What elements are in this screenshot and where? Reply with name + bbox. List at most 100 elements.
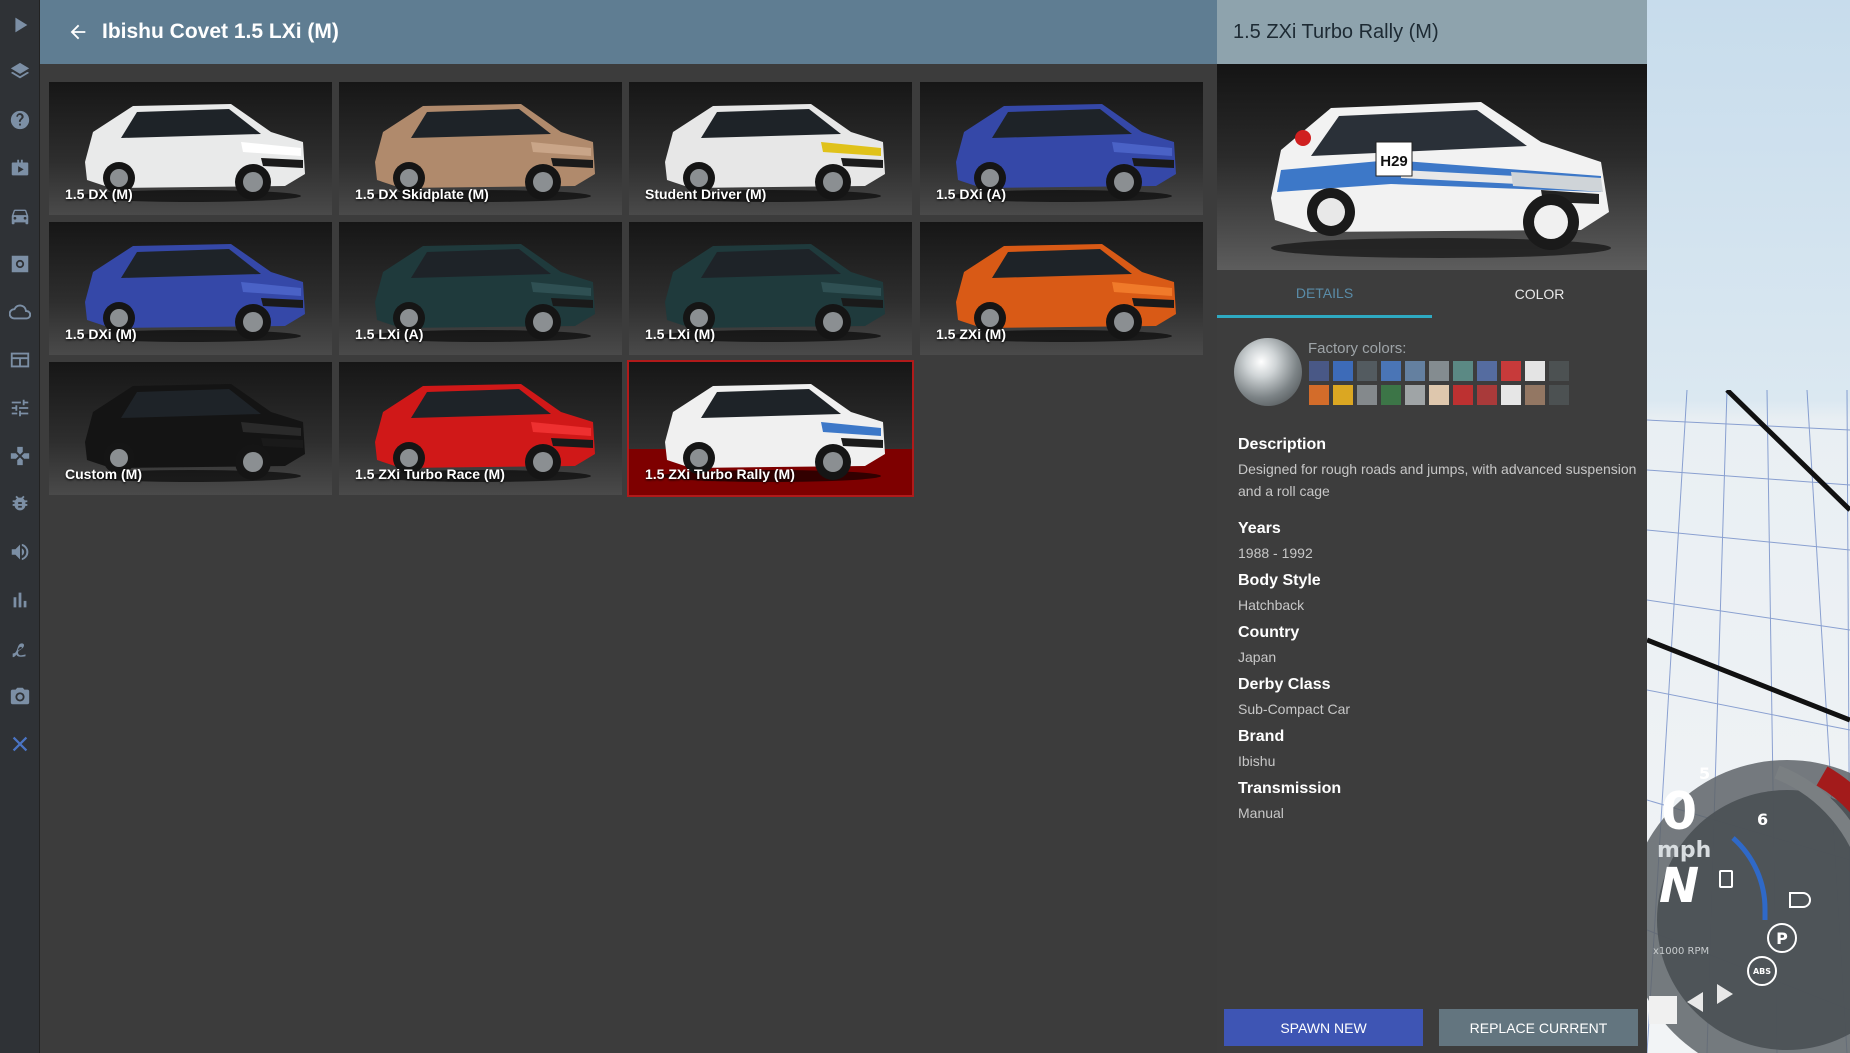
vehicle-tile-label: Student Driver (M) (645, 186, 767, 202)
headlight-icon (1789, 892, 1811, 908)
vehicle-tile-label: 1.5 ZXi (M) (936, 326, 1007, 342)
environment-icon[interactable] (8, 300, 32, 324)
list-header: Ibishu Covet 1.5 LXi (M) (40, 0, 1217, 64)
vehicle-tile[interactable]: 1.5 DX (M) (49, 82, 332, 215)
factory-color-swatch[interactable] (1381, 361, 1401, 381)
detail-header: 1.5 ZXi Turbo Rally (M) (1217, 0, 1647, 64)
info-key: Country (1238, 624, 1300, 641)
vehicle-tile-label: 1.5 ZXi Turbo Rally (M) (645, 466, 795, 482)
factory-color-swatch[interactable] (1357, 361, 1377, 381)
rpm-tick-6: 6 (1757, 810, 1769, 829)
gear-indicator: N (1659, 858, 1700, 914)
info-item: Country Japan (1238, 624, 1638, 668)
vehicle-tile[interactable]: 1.5 DX Skidplate (M) (339, 82, 622, 215)
vehicle-tile[interactable]: 1.5 DXi (M) (49, 222, 332, 355)
parking-brake-indicator: P (1767, 923, 1797, 953)
vehicle-tile[interactable]: 1.5 ZXi Turbo Rally (M) (627, 360, 914, 497)
info-value: Designed for rough roads and jumps, with… (1238, 461, 1637, 499)
info-value: Sub-Compact Car (1238, 701, 1351, 717)
factory-color-swatch[interactable] (1309, 385, 1329, 405)
factory-color-swatch[interactable] (1525, 361, 1545, 381)
audio-icon[interactable] (8, 540, 32, 564)
vehicle-tile-label: 1.5 LXi (A) (355, 326, 424, 342)
factory-color-swatch[interactable] (1453, 361, 1473, 381)
rally-car-preview: H29 (1271, 102, 1611, 258)
play-icon[interactable] (8, 13, 32, 37)
vehicle-tile-label: 1.5 DX (M) (65, 186, 133, 202)
factory-color-swatch[interactable] (1477, 385, 1497, 405)
detail-tabs: DETAILS COLOR (1217, 270, 1647, 318)
speedometer-hud: 0 mph N x1000 RPM 5 6 P ABS (1647, 730, 1850, 1053)
back-button[interactable] (60, 14, 96, 50)
speed-value: 0 (1661, 782, 1698, 842)
factory-color-swatch[interactable] (1549, 361, 1569, 381)
factory-color-swatch[interactable] (1501, 361, 1521, 381)
vehicle-tile[interactable]: Custom (M) (49, 362, 332, 495)
layers-icon[interactable] (8, 60, 32, 84)
factory-color-swatch[interactable] (1309, 361, 1329, 381)
info-item: Body Style Hatchback (1238, 572, 1638, 616)
info-item: Brand Ibishu (1238, 728, 1638, 772)
vehicle-tile-label: Custom (M) (65, 466, 142, 482)
info-item: Description Designed for rough roads and … (1238, 436, 1638, 502)
info-item: Years 1988 - 1992 (1238, 520, 1638, 564)
factory-colors-label: Factory colors: (1308, 340, 1407, 357)
info-value: Hatchback (1238, 597, 1305, 613)
vehicle-tile-label: 1.5 DX Skidplate (M) (355, 186, 489, 202)
hud-white-marker (1649, 996, 1677, 1024)
options-icon[interactable] (8, 396, 32, 420)
current-paint-swatch[interactable] (1234, 338, 1302, 406)
close-icon[interactable] (8, 732, 32, 756)
vehicle-tile-label: 1.5 ZXi Turbo Race (M) (355, 466, 505, 482)
info-item: Transmission Manual (1238, 780, 1638, 824)
spawn-new-button[interactable]: SPAWN NEW (1224, 1009, 1423, 1046)
vehicle-config-list-panel: Ibishu Covet 1.5 LXi (M) 1.5 DX (M) 1.5 D… (40, 0, 1217, 1053)
camera-icon[interactable] (8, 684, 32, 708)
info-key: Body Style (1238, 572, 1321, 589)
info-value: Manual (1238, 805, 1284, 821)
info-value: Japan (1238, 649, 1277, 665)
vehicle-tile[interactable]: 1.5 DXi (A) (920, 82, 1203, 215)
factory-color-swatch[interactable] (1525, 385, 1545, 405)
vehicle-tile-label: 1.5 DXi (A) (936, 186, 1007, 202)
tab-color[interactable]: COLOR (1432, 270, 1647, 318)
help-icon[interactable] (8, 108, 32, 132)
factory-color-grid (1309, 361, 1569, 405)
factory-color-swatch[interactable] (1333, 385, 1353, 405)
model-title: Ibishu Covet 1.5 LXi (M) (102, 20, 339, 43)
factory-color-swatch[interactable] (1477, 361, 1497, 381)
debug-icon[interactable] (8, 492, 32, 516)
factory-color-swatch[interactable] (1549, 385, 1569, 405)
replace-current-button[interactable]: REPLACE CURRENT (1439, 1009, 1638, 1046)
fuel-icon (1719, 870, 1733, 888)
arrow-back-icon (70, 24, 86, 40)
factory-color-swatch[interactable] (1405, 385, 1425, 405)
performance-icon[interactable] (8, 588, 32, 612)
controls-icon[interactable] (8, 444, 32, 468)
vehicle-detail-panel: 1.5 ZXi Turbo Rally (M) H29 DETAILS COLO… (1217, 0, 1647, 1053)
tab-details[interactable]: DETAILS (1217, 270, 1432, 318)
app-manager-icon[interactable] (8, 348, 32, 372)
track-builder-icon[interactable] (8, 636, 32, 660)
right-turn-signal-icon (1717, 984, 1733, 1004)
vehicle-tile[interactable]: 1.5 ZXi Turbo Race (M) (339, 362, 622, 495)
vehicle-icon[interactable] (8, 204, 32, 228)
scenario-icon[interactable] (8, 156, 32, 180)
vehicle-tile[interactable]: 1.5 LXi (M) (629, 222, 912, 355)
vehicle-tile-label: 1.5 DXi (M) (65, 326, 137, 342)
factory-color-swatch[interactable] (1333, 361, 1353, 381)
vehicle-tile[interactable]: Student Driver (M) (629, 82, 912, 215)
factory-color-swatch[interactable] (1501, 385, 1521, 405)
factory-color-swatch[interactable] (1429, 385, 1449, 405)
info-key: Brand (1238, 728, 1285, 745)
vehicle-tile[interactable]: 1.5 LXi (A) (339, 222, 622, 355)
vehicle-tile[interactable]: 1.5 ZXi (M) (920, 222, 1203, 355)
factory-color-swatch[interactable] (1357, 385, 1377, 405)
abs-indicator: ABS (1747, 956, 1777, 986)
factory-color-swatch[interactable] (1453, 385, 1473, 405)
factory-color-swatch[interactable] (1429, 361, 1449, 381)
factory-color-swatch[interactable] (1405, 361, 1425, 381)
factory-color-swatch[interactable] (1381, 385, 1401, 405)
vehicle-config-icon[interactable] (8, 252, 32, 276)
left-turn-signal-icon (1687, 992, 1703, 1012)
